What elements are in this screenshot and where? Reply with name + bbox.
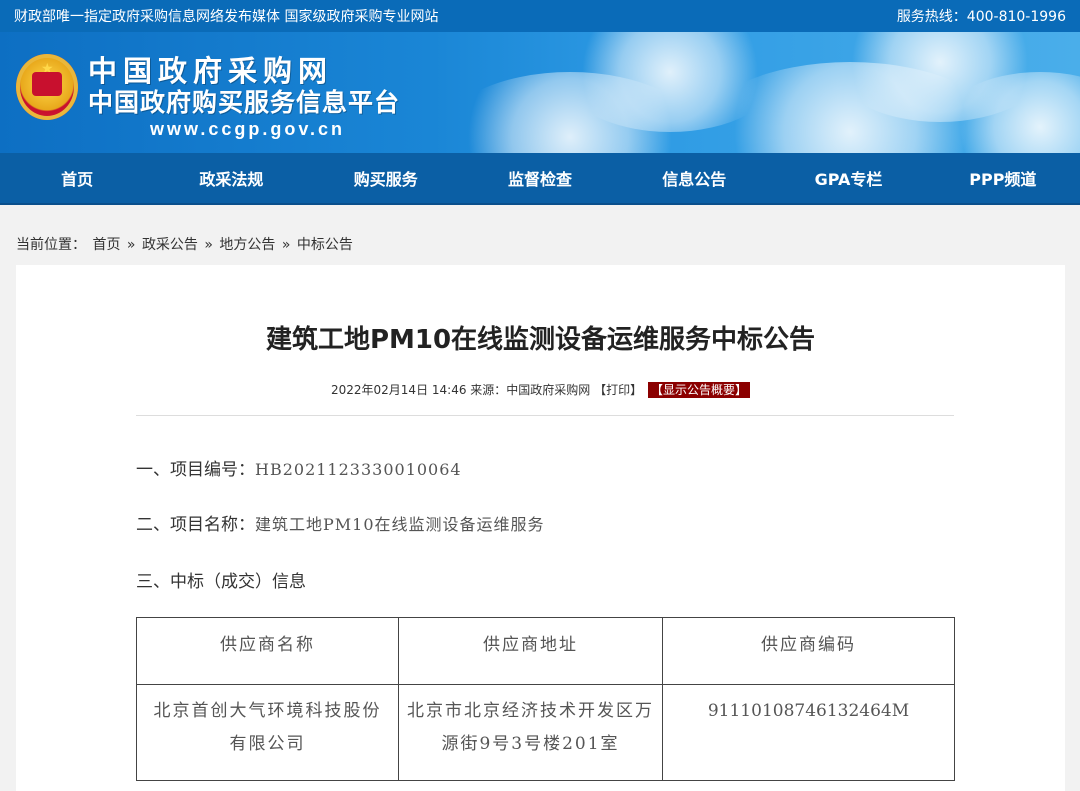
site-url: www.ccgp.gov.cn bbox=[150, 119, 346, 139]
breadcrumb-award[interactable]: 中标公告 bbox=[297, 237, 353, 253]
project-number-row: 一、项目编号：HB2021123330010064 bbox=[136, 455, 462, 480]
main-nav: 首页 政采法规 购买服务 监督检查 信息公告 GPA专栏 PPP频道 bbox=[0, 153, 1080, 205]
nav-ppp[interactable]: PPP频道 bbox=[926, 166, 1080, 190]
nav-purchase-services[interactable]: 购买服务 bbox=[309, 166, 463, 190]
header-supplier-address: 供应商地址 bbox=[398, 617, 663, 685]
article-meta: 2022年02月14日 14:46 来源：中国政府采购网 【打印】 【显示公告概… bbox=[16, 381, 1065, 398]
publish-date: 2022年02月14日 14:46 bbox=[330, 383, 467, 397]
site-subtitle: 中国政府购买服务信息平台 bbox=[88, 88, 401, 117]
header-supplier-code: 供应商编码 bbox=[662, 617, 955, 685]
project-number: HB2021123330010064 bbox=[255, 460, 462, 479]
article-source: 来源：中国政府采购网 bbox=[470, 383, 591, 397]
nav-regulations[interactable]: 政采法规 bbox=[154, 166, 308, 190]
project-number-label: 一、项目编号： bbox=[136, 460, 255, 480]
supplier-name: 北京首创大气环境科技股份有限公司 bbox=[136, 684, 399, 781]
table-header-row: 供应商名称 供应商地址 供应商编码 bbox=[136, 617, 955, 685]
article-card: 建筑工地PM10在线监测设备运维服务中标公告 2022年02月14日 14:46… bbox=[16, 265, 1065, 791]
show-summary-button[interactable]: 【显示公告概要】 bbox=[647, 382, 750, 398]
breadcrumb-separator: » bbox=[281, 237, 291, 253]
site-logo[interactable]: 中国政府采购网 中国政府购买服务信息平台 www.ccgp.gov.cn bbox=[88, 54, 400, 140]
header-banner: ★ 中国政府采购网 中国政府购买服务信息平台 www.ccgp.gov.cn bbox=[0, 32, 1080, 153]
project-name-row: 二、项目名称：建筑工地PM10在线监测设备运维服务 bbox=[136, 510, 545, 535]
supplier-address: 北京市北京经济技术开发区万源街9号3号楼201室 bbox=[398, 684, 663, 781]
nav-supervision[interactable]: 监督检查 bbox=[463, 166, 617, 190]
project-name: 建筑工地PM10在线监测设备运维服务 bbox=[255, 515, 545, 534]
supplier-table: 供应商名称 供应商地址 供应商编码 北京首创大气环境科技股份有限公司 北京市北京… bbox=[136, 617, 955, 781]
breadcrumb-home[interactable]: 首页 bbox=[92, 237, 120, 253]
nav-home[interactable]: 首页 bbox=[0, 166, 154, 190]
breadcrumb-separator: » bbox=[204, 237, 213, 253]
breadcrumb-local[interactable]: 地方公告 bbox=[219, 237, 275, 253]
print-link[interactable]: 【打印】 bbox=[594, 383, 642, 397]
table-row: 北京首创大气环境科技股份有限公司 北京市北京经济技术开发区万源街9号3号楼201… bbox=[136, 684, 955, 781]
national-emblem-icon[interactable]: ★ bbox=[16, 54, 78, 120]
nav-gpa[interactable]: GPA专栏 bbox=[771, 166, 925, 190]
breadcrumb-prefix: 当前位置： bbox=[16, 237, 86, 253]
top-bar: 财政部唯一指定政府采购信息网络发布媒体 国家级政府采购专业网站 服务热线：400… bbox=[0, 0, 1080, 32]
article-title: 建筑工地PM10在线监测设备运维服务中标公告 bbox=[265, 325, 816, 355]
breadcrumb-gov-procurement[interactable]: 政采公告 bbox=[142, 237, 198, 253]
breadcrumb: 当前位置： 首页 » 政采公告 » 地方公告 » 中标公告 bbox=[16, 234, 355, 254]
service-hotline: 服务热线：400-810-1996 bbox=[896, 9, 1066, 25]
breadcrumb-separator: » bbox=[126, 237, 136, 253]
header-supplier-name: 供应商名称 bbox=[136, 617, 399, 685]
award-info-heading: 三、中标（成交）信息 bbox=[136, 572, 306, 592]
nav-announcements[interactable]: 信息公告 bbox=[617, 166, 771, 190]
site-slogan: 财政部唯一指定政府采购信息网络发布媒体 国家级政府采购专业网站 bbox=[14, 9, 439, 25]
divider bbox=[136, 415, 954, 416]
site-name: 中国政府采购网 bbox=[88, 54, 334, 88]
project-name-label: 二、项目名称： bbox=[136, 515, 255, 535]
supplier-code: 91110108746132464M bbox=[662, 684, 955, 781]
